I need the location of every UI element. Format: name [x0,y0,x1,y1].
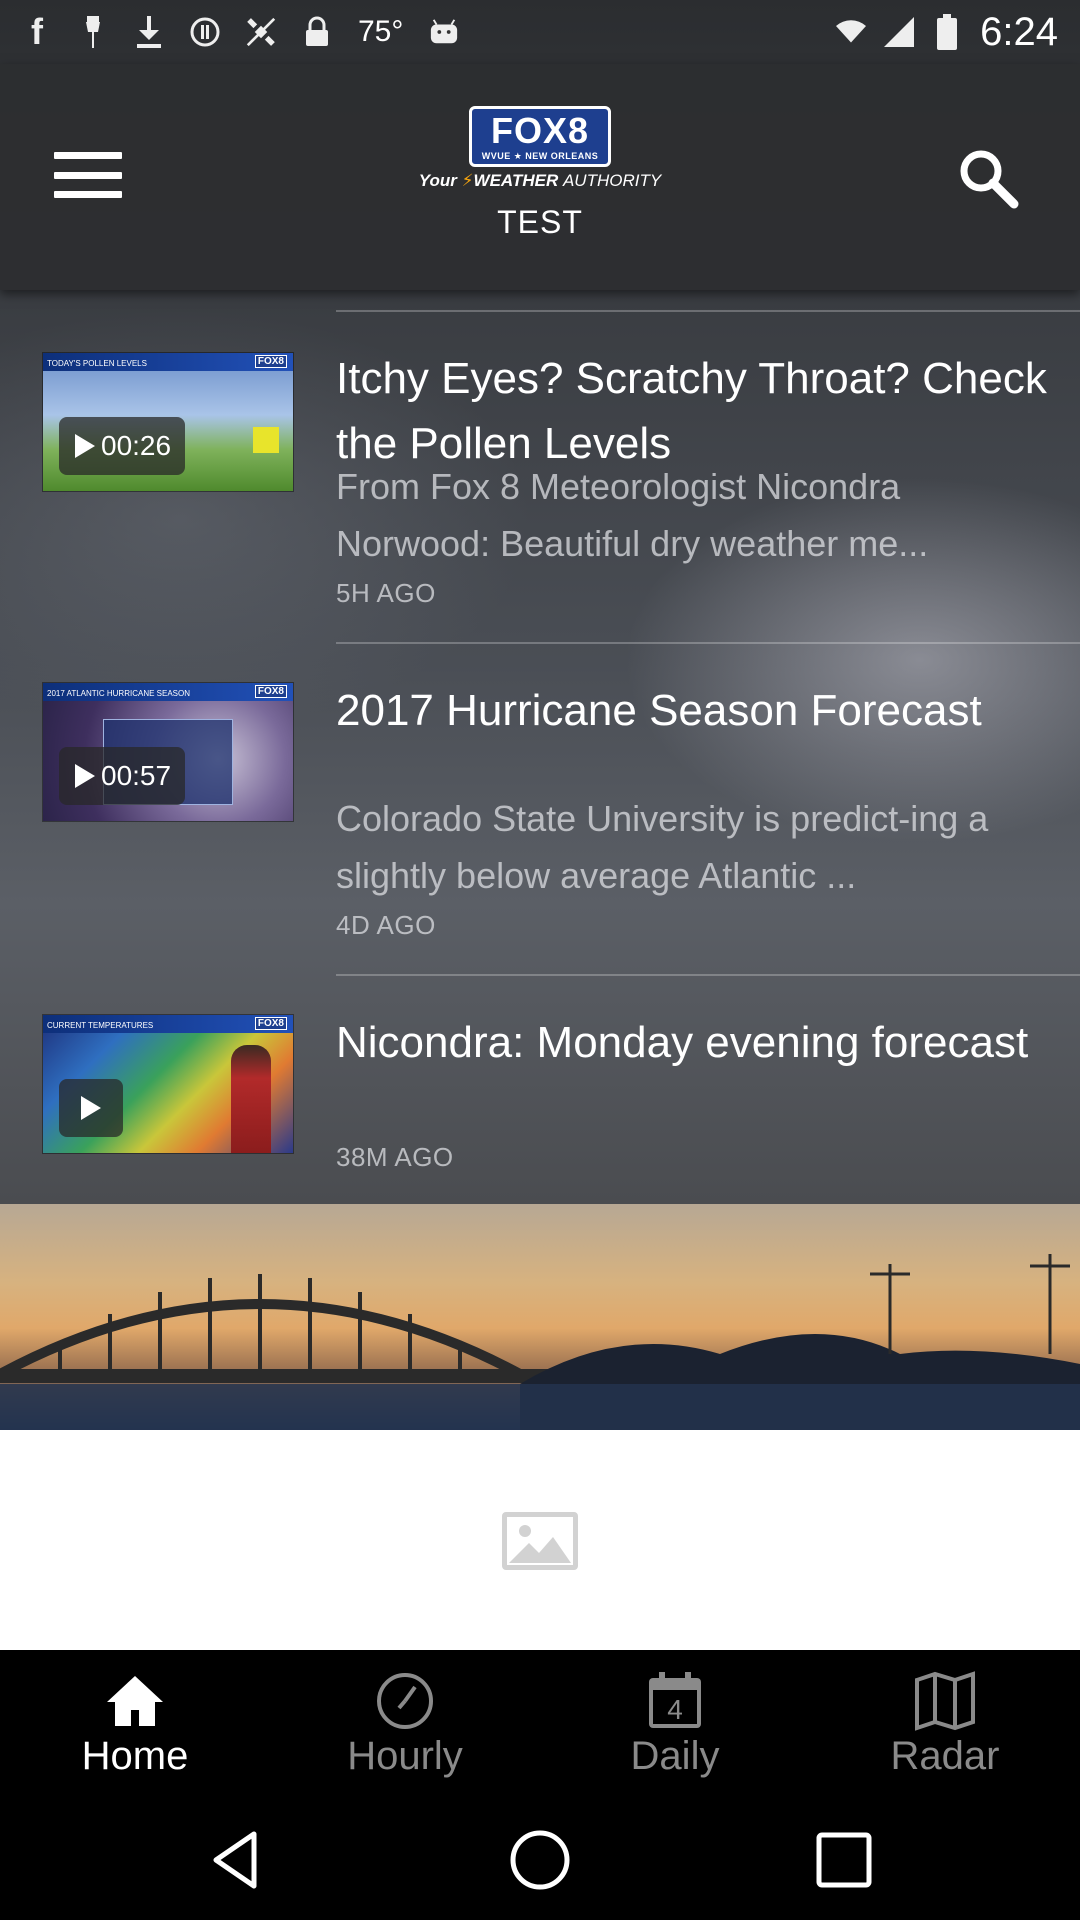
news-title[interactable]: Itchy Eyes? Scratchy Throat? Check the P… [336,346,1056,476]
signal-icon [884,17,915,47]
video-duration: 00:57 [101,760,172,791]
play-duration-button[interactable]: 00:26 [59,417,186,475]
nav-home[interactable]: Home [0,1650,270,1798]
menu-line [54,171,122,179]
play-icon [75,434,95,458]
news-timestamp: 38M AGO [336,1142,454,1172]
battery-icon [932,14,962,50]
news-item-forecast[interactable]: CURRENT TEMPERATURES FOX8 Nicondra: Mond… [0,974,1080,1204]
download-icon [134,16,164,48]
news-item-hurricane[interactable]: 2017 ATLANTIC HURRICANE SEASON FOX8 00:5… [0,642,1080,974]
pin-icon [78,16,108,48]
play-duration-button[interactable]: 00:57 [59,747,186,805]
play-icon [81,1096,101,1120]
logo-tag-authority: AUTHORITY [562,171,662,190]
back-icon[interactable] [204,1828,268,1892]
thumbnail-heading: 2017 ATLANTIC HURRICANE SEASON [47,689,191,698]
thumbnail-heading: TODAY'S POLLEN LEVELS [47,359,147,368]
temperature-status: 75° [358,15,404,48]
facebook-icon: f [31,11,43,52]
pollen-level-block [253,427,279,453]
menu-line [54,152,122,159]
nav-hourly-label: Hourly [347,1734,463,1778]
news-item-pollen[interactable]: TODAY'S POLLEN LEVELS FOX8 00:26 Itchy E… [0,310,1080,642]
lightning-icon: ⚡ [461,171,474,190]
image-placeholder-icon [502,1512,578,1570]
logo-tagline: Your ⚡WEATHER AUTHORITY [400,171,680,191]
system-navigation-bar [0,1798,1080,1920]
map-icon [915,1671,975,1731]
nav-hourly[interactable]: Hourly [270,1650,540,1798]
weather-photo [0,1204,1080,1430]
news-description: Colorado State University is predict-ing… [336,798,989,896]
logo-tag-weather: WEATHER [473,171,559,190]
logo-main-text: FOX8 [490,110,589,151]
news-timestamp: 5H AGO [336,578,436,608]
logo-tag-your: Your [418,171,457,190]
status-bar: f 75° 6:24 [0,0,1080,64]
circle-icon [190,17,220,47]
video-thumbnail: TODAY'S POLLEN LEVELS FOX8 00:26 [42,352,294,492]
nav-home-label: Home [81,1734,189,1778]
nav-daily[interactable]: 4 Daily [540,1650,810,1798]
wifi-icon [836,17,867,47]
logo-sub-text: WVUE ★ NEW ORLEANS [481,151,599,161]
thumbnail-logo: FOX8 [254,355,287,368]
menu-line [54,191,122,198]
app-header: FOX8 WVUE ★ NEW ORLEANS Your ⚡WEATHER AU… [0,64,1080,290]
news-title[interactable]: 2017 Hurricane Season Forecast [336,678,1056,743]
hamburger-menu-icon[interactable] [54,152,122,198]
bottom-navigation: Home Hourly 4 Daily Radar [0,1650,1080,1798]
nav-daily-label: Daily [630,1734,720,1778]
fox8-logo-badge: FOX8 WVUE ★ NEW ORLEANS [468,106,612,167]
android-icon [429,17,459,47]
thumbnail-logo: FOX8 [254,1017,287,1030]
home-icon [107,1676,163,1726]
nav-radar-label: Radar [890,1734,1000,1778]
news-timestamp: 4D AGO [336,910,436,940]
home-circle-icon[interactable] [508,1828,572,1892]
fox8-logo: FOX8 WVUE ★ NEW ORLEANS Your ⚡WEATHER AU… [400,106,680,202]
bridge-silhouette [0,1254,1080,1430]
clock-icon [377,1673,433,1729]
calendar-day-number: 4 [667,1694,683,1725]
news-description: From Fox 8 Meteorologist Nicondra Norwoo… [336,466,929,564]
play-icon [75,764,95,788]
video-duration: 00:26 [101,430,172,461]
news-title[interactable]: Nicondra: Monday evening forecast [336,1010,1056,1075]
thumbnail-heading: CURRENT TEMPERATURES [47,1021,154,1030]
play-button[interactable] [59,1079,123,1137]
lock-icon [302,16,332,47]
search-icon[interactable] [956,146,1020,210]
meteorologist-figure [231,1045,271,1153]
clock: 6:24 [980,9,1058,54]
video-thumbnail: CURRENT TEMPERATURES FOX8 [42,1014,294,1154]
page-subtitle: TEST [497,204,583,240]
calendar-icon: 4 [649,1672,701,1728]
video-thumbnail: 2017 ATLANTIC HURRICANE SEASON FOX8 00:5… [42,682,294,822]
recents-icon[interactable] [812,1828,876,1892]
ad-placeholder [0,1430,1080,1650]
thumbnail-logo: FOX8 [254,685,287,698]
nav-radar[interactable]: Radar [810,1650,1080,1798]
satellite-off-icon [246,17,276,47]
